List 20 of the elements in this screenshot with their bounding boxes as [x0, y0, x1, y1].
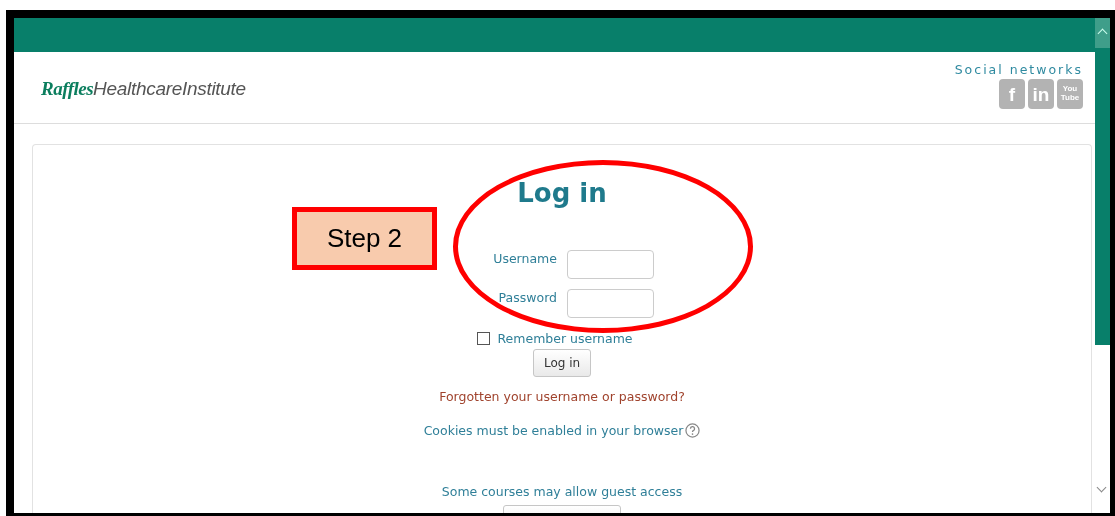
cookies-notice: Cookies must be enabled in your browser	[423, 423, 684, 438]
social-icon[interactable]: You Tube	[1057, 79, 1083, 109]
scroll-up-icon[interactable]	[1095, 18, 1110, 48]
checkbox[interactable]	[477, 332, 491, 345]
social-icon[interactable]: f	[999, 79, 1025, 109]
step-callout: Step 2	[292, 207, 437, 270]
field-label: Password	[498, 290, 557, 305]
help-icon[interactable]	[685, 423, 701, 438]
input-field[interactable]	[567, 250, 654, 279]
forgot-password-link[interactable]: Forgotten your username or password?	[439, 389, 685, 404]
social-icon[interactable]: in	[1028, 79, 1054, 109]
input-field[interactable]	[567, 289, 654, 318]
logo-name-text: HealthcareInstitute	[93, 78, 246, 99]
remember-label: Remember username	[497, 331, 633, 346]
field-label: Username	[493, 251, 557, 266]
login-button[interactable]: Log in	[532, 349, 592, 377]
guest-access-text: Some courses may allow guest access	[441, 484, 683, 499]
logo-brand-text: Raffles	[41, 78, 94, 99]
social-networks-title: Social networks	[954, 62, 1083, 77]
login-title: Log in	[517, 178, 607, 208]
